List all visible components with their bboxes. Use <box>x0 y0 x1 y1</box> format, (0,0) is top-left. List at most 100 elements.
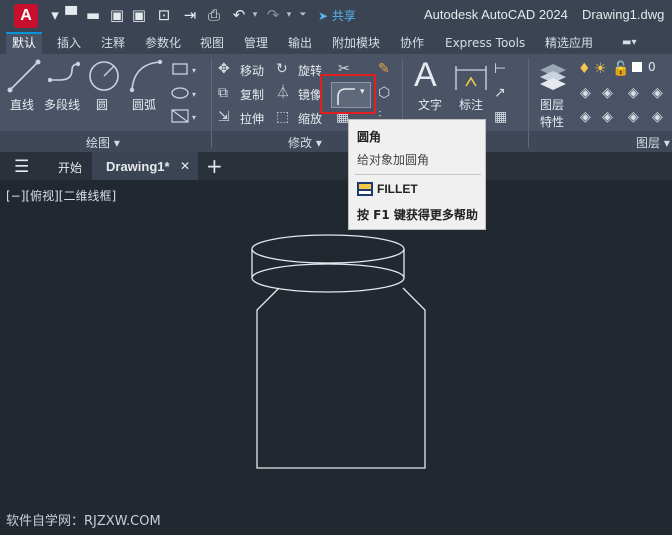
modify-panel-title[interactable]: 修改 ▾ <box>288 134 322 151</box>
close-tab-icon[interactable]: ✕ <box>180 159 190 173</box>
tab-annotate[interactable]: 注释 <box>101 32 125 54</box>
table-icon[interactable]: ▦ <box>494 108 507 126</box>
layer-tool-icon[interactable]: ◈ <box>602 108 613 126</box>
new-file-icon[interactable]: ▀ <box>62 6 80 24</box>
document-title: Drawing1.dwg <box>582 7 665 22</box>
leader-icon[interactable]: ↗ <box>494 84 506 102</box>
scale-icon[interactable]: ⬚ <box>276 108 289 126</box>
arc-label[interactable]: 圆弧 <box>132 96 156 113</box>
rotate-button[interactable]: 旋转 <box>298 62 322 79</box>
layer-tool-icon[interactable]: ◈ <box>652 84 663 102</box>
linear-dim-icon[interactable]: ⊢ <box>494 60 506 78</box>
panel-divider <box>211 58 212 148</box>
draw-panel-title[interactable]: 绘图 ▾ <box>86 134 120 151</box>
tooltip-help: 按 F1 键获得更多帮助 <box>357 208 478 222</box>
viewport-controls-label[interactable]: [−][俯视][二维线框] <box>6 187 116 204</box>
modify-panel-name: 修改 <box>288 136 313 150</box>
share-button[interactable]: ➤ 共享 <box>318 7 356 24</box>
line-label[interactable]: 直线 <box>10 96 34 113</box>
mirror-icon[interactable]: ⏃ <box>276 84 290 102</box>
undo-icon[interactable]: ↶ <box>230 6 248 24</box>
text-button[interactable]: 文字 <box>418 96 442 113</box>
layer-tool-icon[interactable]: ◈ <box>580 84 591 102</box>
dimension-icon[interactable] <box>454 60 488 94</box>
unlock-icon[interactable]: 🔓 <box>612 60 629 78</box>
menu-icon[interactable]: ☰ <box>14 157 29 177</box>
redo-icon[interactable]: ↷ <box>264 6 282 24</box>
tab-output[interactable]: 输出 <box>288 32 312 54</box>
web-mobile-icon[interactable]: ⊡ <box>155 6 173 24</box>
layers-panel-title[interactable]: 图层 ▾ <box>636 134 670 151</box>
autocad-logo-button[interactable]: A <box>14 4 38 28</box>
layer-properties-icon[interactable] <box>536 60 570 94</box>
polyline-label[interactable]: 多段线 <box>44 96 80 113</box>
move-icon[interactable]: ✥ <box>218 60 230 78</box>
layer-tool-icon[interactable]: ◈ <box>652 108 663 126</box>
layer-properties-label-1[interactable]: 图层 <box>540 96 564 113</box>
tab-start[interactable]: 开始 <box>58 159 82 176</box>
explode-icon[interactable]: ⬡ <box>378 84 390 102</box>
line-icon[interactable] <box>6 58 42 94</box>
print-icon[interactable]: ⎙ <box>205 6 223 24</box>
copy-icon[interactable]: ⧉ <box>218 84 228 102</box>
layer-name-value[interactable]: 0 <box>648 60 656 74</box>
rotate-icon[interactable]: ↻ <box>276 60 288 78</box>
svg-text:▾: ▾ <box>192 66 196 75</box>
copy-button[interactable]: 复制 <box>240 86 264 103</box>
tab-view[interactable]: 视图 <box>200 32 224 54</box>
layer-tool-icon[interactable]: ◈ <box>628 108 639 126</box>
tab-express-tools[interactable]: Express Tools <box>445 32 525 54</box>
move-button[interactable]: 移动 <box>240 62 264 79</box>
layer-tool-icon[interactable]: ◈ <box>628 84 639 102</box>
new-tab-icon[interactable]: + <box>206 154 223 178</box>
tab-addins[interactable]: 附加模块 <box>332 32 380 54</box>
app-title: Autodesk AutoCAD 2024 <box>424 7 568 22</box>
dimension-button[interactable]: 标注 <box>459 96 483 113</box>
customize-qat-icon[interactable]: ⏷ <box>298 6 308 24</box>
tab-home[interactable]: 默认 <box>6 32 43 54</box>
text-icon[interactable]: A <box>414 56 437 95</box>
tab-parametric[interactable]: 参数化 <box>145 32 181 54</box>
undo-dropdown-icon[interactable]: ▾ <box>250 6 260 24</box>
share-label: 共享 <box>331 9 356 23</box>
tab-collaborate[interactable]: 协作 <box>400 32 424 54</box>
tooltip-title: 圆角 <box>357 130 382 144</box>
stretch-icon[interactable]: ⇲ <box>218 108 230 126</box>
layer-color-swatch[interactable] <box>632 62 642 72</box>
layer-on-icon[interactable]: ♦ <box>578 60 591 78</box>
svg-text:▾: ▾ <box>192 113 196 122</box>
stretch-button[interactable]: 拉伸 <box>240 110 264 127</box>
scale-button[interactable]: 缩放 <box>298 110 322 127</box>
ribbon-display-toggle-icon[interactable]: ▬▾ <box>622 32 636 54</box>
circle-label[interactable]: 圆 <box>96 96 108 113</box>
erase-icon[interactable]: ✎ <box>378 60 390 78</box>
draw-panel-name: 绘图 <box>86 136 111 150</box>
tab-drawing1-label: Drawing1* <box>106 159 170 174</box>
save-icon[interactable]: ▣ <box>108 6 126 24</box>
tooltip-divider <box>355 174 481 175</box>
open-folder-icon[interactable]: ▬ <box>84 6 102 24</box>
sun-icon[interactable]: ☀ <box>594 60 607 78</box>
web-open-icon[interactable]: ⇥ <box>181 6 199 24</box>
save-as-icon[interactable]: ▣ <box>130 6 148 24</box>
redo-dropdown-icon[interactable]: ▾ <box>284 6 294 24</box>
layer-properties-label-2[interactable]: 特性 <box>540 113 564 130</box>
layer-tool-icon[interactable]: ◈ <box>602 84 613 102</box>
arc-icon[interactable] <box>128 58 164 94</box>
polyline-icon[interactable] <box>46 58 82 94</box>
circle-icon[interactable] <box>86 58 122 94</box>
drawing-canvas-object[interactable] <box>250 232 440 472</box>
tooltip-command: FILLET <box>377 182 418 196</box>
watermark-text: 软件自学网：RJZXW.COM <box>6 514 161 529</box>
tab-featured-apps[interactable]: 精选应用 <box>545 32 593 54</box>
command-icon <box>357 182 373 196</box>
svg-text:▾: ▾ <box>192 90 196 99</box>
tab-insert[interactable]: 插入 <box>57 32 81 54</box>
layers-panel-name: 图层 <box>636 136 661 150</box>
tooltip-description: 给对象加圆角 <box>357 153 430 167</box>
mirror-button[interactable]: 镜像 <box>298 86 322 103</box>
tab-manage[interactable]: 管理 <box>244 32 268 54</box>
fillet-tooltip: 圆角 给对象加圆角 FILLET 按 F1 键获得更多帮助 <box>348 119 486 230</box>
layer-tool-icon[interactable]: ◈ <box>580 108 591 126</box>
draw-tools-icons[interactable]: ▾ ▾ ▾ <box>170 60 204 126</box>
